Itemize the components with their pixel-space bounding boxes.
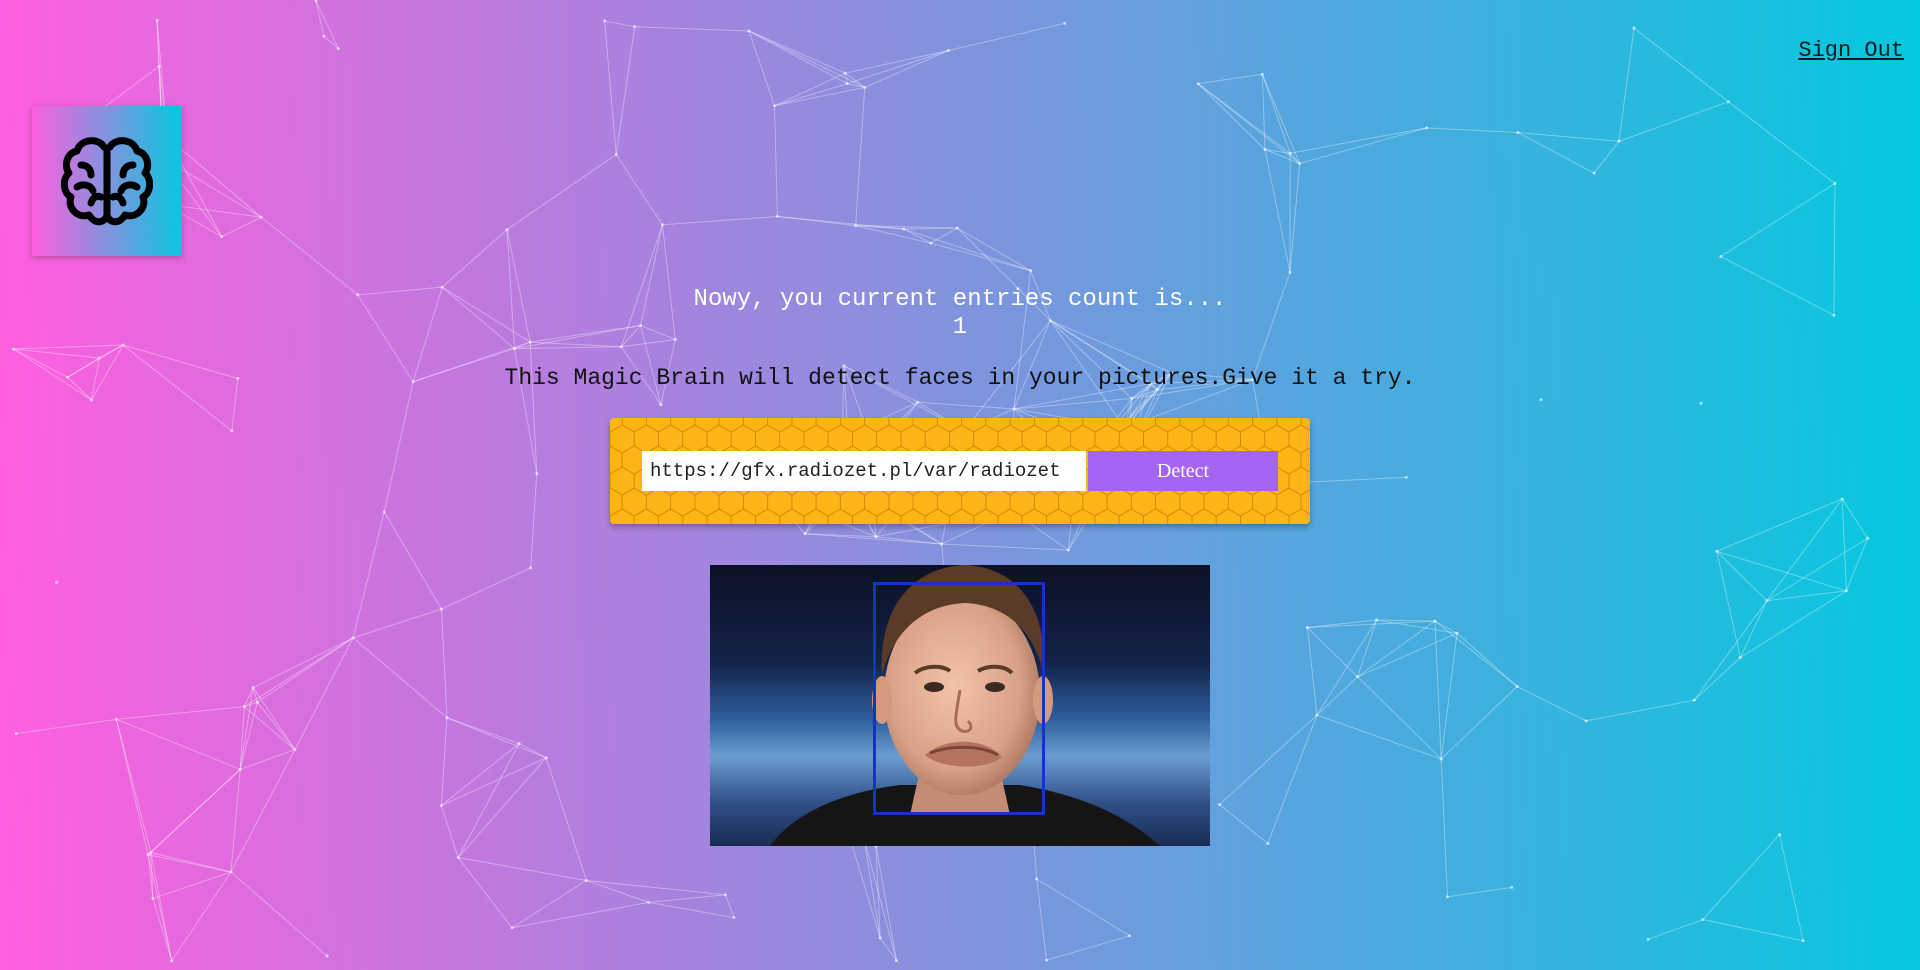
entries-rank: Nowy, you current entries count is... 1 (0, 286, 1920, 342)
sign-out-link[interactable]: Sign Out (1798, 38, 1904, 63)
entries-count: 1 (952, 314, 968, 341)
image-link-form: Detect (610, 418, 1310, 524)
tagline: This Magic Brain will detect faces in yo… (504, 365, 1416, 391)
logo[interactable] (32, 106, 182, 256)
face-bounding-box (873, 582, 1045, 815)
brain-icon (61, 137, 153, 226)
detect-button[interactable]: Detect (1088, 451, 1278, 491)
rank-message: Nowy, you current entries count is... (693, 286, 1227, 313)
image-url-input[interactable] (642, 451, 1086, 491)
face-detection-image (710, 565, 1210, 846)
